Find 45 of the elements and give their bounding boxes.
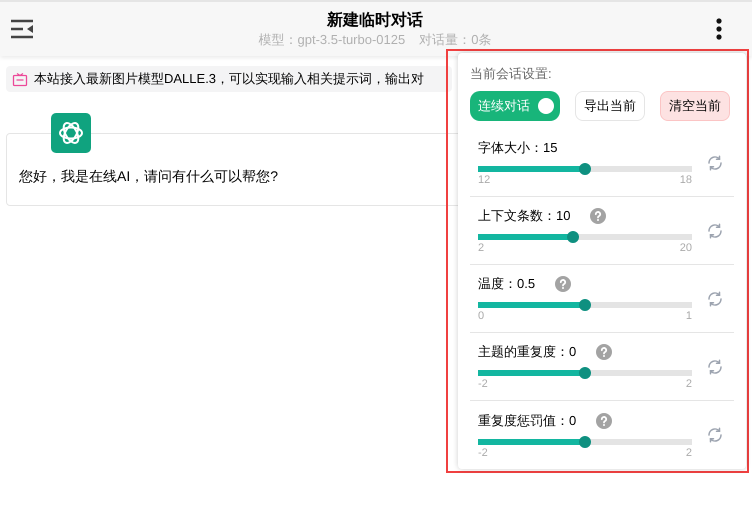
slider-max: 2 [686,378,692,391]
slider-min: -2 [478,378,488,391]
setting-label: 字体大小：15 [478,139,558,158]
help-icon[interactable] [596,412,612,428]
slider-max: 20 [680,242,692,255]
slider-max: 18 [680,174,692,187]
message-count: 对话量：0条 [419,32,492,48]
reset-icon[interactable] [706,290,724,308]
slider-max: 1 [686,310,692,323]
setting-label: 温度：0.5 [478,275,536,294]
slider-min: 0 [478,310,484,323]
reset-icon[interactable] [706,154,724,172]
help-icon[interactable] [555,276,572,292]
chat-title: 新建临时对话 [327,10,423,31]
slider-track[interactable] [478,166,692,172]
slider-track[interactable] [478,302,692,308]
slider-min: 12 [478,174,490,187]
slider-thumb[interactable] [579,163,591,175]
help-icon[interactable] [596,344,612,360]
clear-button[interactable]: 清空当前 [660,91,730,121]
notice-text: 本站接入最新图片模型DALLE.3，可以实现输入相关提示词，输出对 [34,70,424,88]
slider-min: 2 [478,242,484,255]
slider-thumb[interactable] [579,299,591,311]
ai-avatar-icon [51,113,91,153]
slider-thumb[interactable] [567,231,580,243]
slider-track[interactable] [478,438,692,444]
menu-collapse-icon[interactable] [10,19,34,39]
slider-thumb[interactable] [579,367,591,379]
message-text: 您好，我是在线AI，请问有什么可以帮您? [19,167,278,186]
slider-track[interactable] [478,234,692,240]
setting-label: 上下文条数：10 [478,207,570,226]
slider-max: 2 [686,446,692,460]
settings-title: 当前会话设置: [470,65,553,83]
help-icon[interactable] [590,208,606,224]
reset-icon[interactable] [706,358,724,376]
slider-min: -2 [478,446,488,460]
reset-icon[interactable] [706,426,724,444]
slider-thumb[interactable] [579,436,591,448]
export-button[interactable]: 导出当前 [575,91,645,121]
setting-label: 主题的重复度：0 [478,343,576,362]
setting-label: 重复度惩罚值：0 [478,412,576,430]
model-label: 模型：gpt-3.5-turbo-0125 [258,32,406,48]
more-icon[interactable] [716,18,722,40]
reset-icon[interactable] [706,222,724,240]
slider-track[interactable] [478,370,692,376]
